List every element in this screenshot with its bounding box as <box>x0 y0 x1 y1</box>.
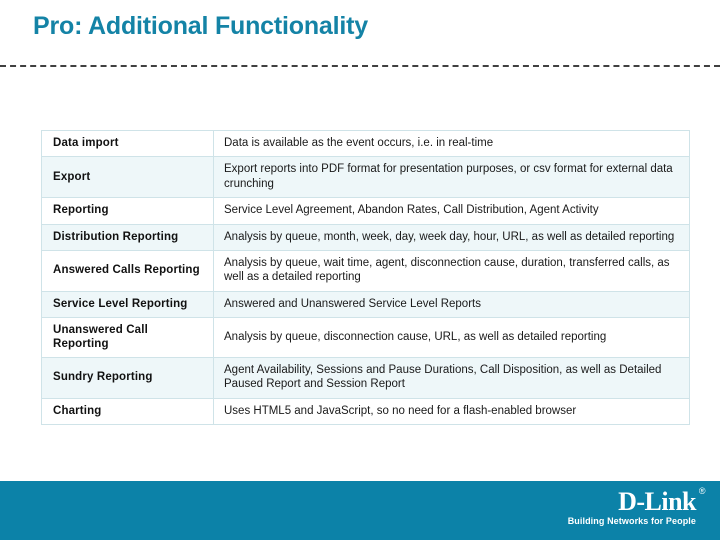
feature-description-cell: Service Level Agreement, Abandon Rates, … <box>213 197 690 224</box>
feature-table-body: Data import Data is available as the even… <box>41 130 690 425</box>
dlink-wordmark-text: D-Link <box>618 487 696 516</box>
feature-description-cell: Uses HTML5 and JavaScript, so no need fo… <box>213 398 690 425</box>
feature-description-cell: Data is available as the event occurs, i… <box>213 130 690 157</box>
dlink-logo: D-Link ® Building Networks for People <box>567 487 706 526</box>
table-row: Unanswered Call Reporting Analysis by que… <box>41 317 690 358</box>
feature-description-cell: Analysis by queue, month, week, day, wee… <box>213 224 690 251</box>
feature-description-cell: Export reports into PDF format for prese… <box>213 156 690 198</box>
table-row: Data import Data is available as the even… <box>41 130 690 157</box>
feature-name-cell: Sundry Reporting <box>41 357 214 399</box>
feature-table: Data import Data is available as the even… <box>41 130 690 425</box>
feature-name-cell: Data import <box>41 130 214 157</box>
feature-name-cell: Answered Calls Reporting <box>41 250 214 292</box>
table-row: Export Export reports into PDF format for… <box>41 156 690 198</box>
feature-description-cell: Analysis by queue, wait time, agent, dis… <box>213 250 690 292</box>
title-divider <box>0 65 720 67</box>
dlink-tagline: Building Networks for People <box>567 516 696 526</box>
table-row: Service Level Reporting Answered and Unan… <box>41 291 690 318</box>
table-row: Charting Uses HTML5 and JavaScript, so no… <box>41 398 690 425</box>
feature-description-cell: Analysis by queue, disconnection cause, … <box>213 317 690 358</box>
table-row: Reporting Service Level Agreement, Abando… <box>41 197 690 224</box>
feature-name-cell: Unanswered Call Reporting <box>41 317 214 358</box>
page-title: Pro: Additional Functionality <box>33 12 368 40</box>
feature-name-cell: Export <box>41 156 214 198</box>
dlink-wordmark: D-Link ® <box>618 487 705 516</box>
table-row: Distribution Reporting Analysis by queue,… <box>41 224 690 251</box>
table-row: Answered Calls Reporting Analysis by queu… <box>41 250 690 292</box>
feature-name-cell: Reporting <box>41 197 214 224</box>
table-row: Sundry Reporting Agent Availability, Sess… <box>41 357 690 399</box>
feature-description-cell: Answered and Unanswered Service Level Re… <box>213 291 690 318</box>
footer-band: D-Link ® Building Networks for People <box>0 481 720 540</box>
feature-description-cell: Agent Availability, Sessions and Pause D… <box>213 357 690 399</box>
feature-name-cell: Service Level Reporting <box>41 291 214 318</box>
registered-trademark-icon: ® <box>698 486 706 496</box>
feature-name-cell: Distribution Reporting <box>41 224 214 251</box>
feature-name-cell: Charting <box>41 398 214 425</box>
